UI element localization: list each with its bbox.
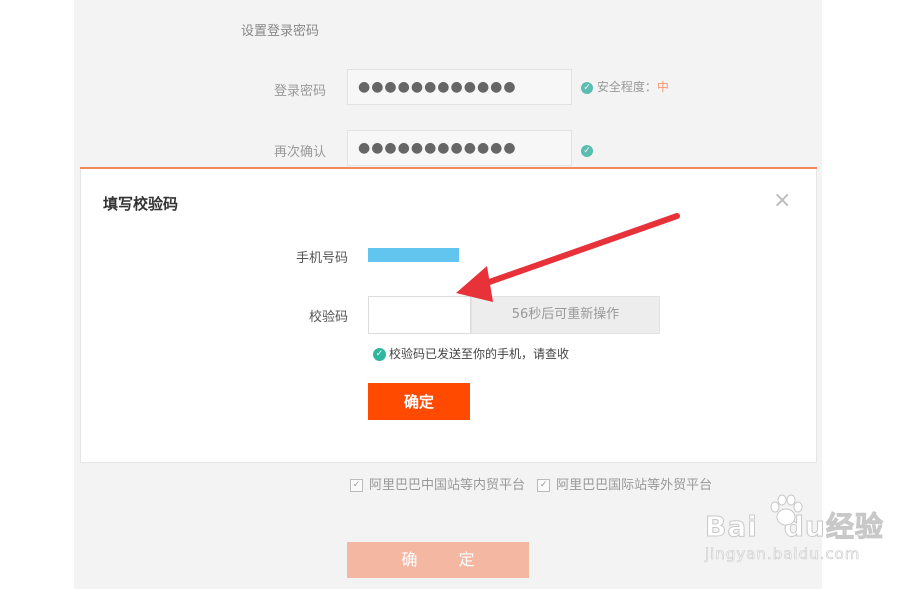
check-circle-icon: ✓ bbox=[581, 81, 593, 94]
modal-confirm-button[interactable]: 确定 bbox=[368, 383, 470, 420]
paw-icon bbox=[770, 494, 803, 526]
verification-modal: 填写校验码 × 手机号码 校验码 56秒后可重新操作 ✓ 校验码已发送至你的手机，… bbox=[80, 169, 817, 463]
confirm-password-field[interactable]: ●●●●●●●●●●●● bbox=[347, 130, 572, 166]
modal-title: 填写校验码 bbox=[103, 195, 179, 213]
agreement-item[interactable]: ✓ 阿里巴巴国际站等外贸平台 bbox=[537, 478, 712, 493]
section-title: 设置登录密码 bbox=[241, 24, 320, 39]
verification-code-input[interactable] bbox=[368, 296, 471, 334]
agreement-checkboxes: ✓ 阿里巴巴中国站等内贸平台 ✓ 阿里巴巴国际站等外贸平台 bbox=[350, 474, 720, 493]
phone-label: 手机号码 bbox=[295, 251, 348, 266]
checkbox-checked-icon[interactable]: ✓ bbox=[350, 479, 363, 492]
submit-button[interactable]: 确 定 bbox=[347, 542, 529, 578]
resend-code-button[interactable]: 56秒后可重新操作 bbox=[471, 296, 660, 334]
watermark-url: jingyan.baidu.com bbox=[705, 545, 861, 564]
baidu-jingyan-watermark: Bai du经验 jingyan.baidu.com bbox=[705, 494, 884, 563]
watermark-brand-bai: Bai bbox=[705, 510, 758, 544]
agreement-label: 阿里巴巴国际站等外贸平台 bbox=[556, 478, 713, 493]
password-field[interactable]: ●●●●●●●●●●●● bbox=[347, 69, 572, 105]
check-circle-icon: ✓ bbox=[581, 144, 593, 157]
code-sent-text: 校验码已发送至你的手机，请查收 bbox=[389, 347, 570, 361]
password-strength: ✓ 安全程度：中 bbox=[581, 78, 669, 95]
strength-label: 安全程度： bbox=[596, 80, 657, 94]
code-label: 校验码 bbox=[308, 310, 348, 325]
agreement-label: 阿里巴巴中国站等内贸平台 bbox=[369, 478, 526, 493]
phone-number-masked bbox=[368, 248, 459, 262]
strength-level: 中 bbox=[656, 80, 669, 94]
code-sent-message: ✓ 校验码已发送至你的手机，请查收 bbox=[373, 345, 569, 362]
checkbox-checked-icon[interactable]: ✓ bbox=[537, 479, 551, 492]
confirm-password-label: 再次确认 bbox=[273, 145, 326, 160]
watermark-brand-jingyan: 经验 bbox=[825, 510, 884, 544]
close-icon[interactable]: × bbox=[773, 189, 791, 213]
check-circle-icon: ✓ bbox=[373, 348, 386, 361]
password-label: 登录密码 bbox=[273, 84, 326, 99]
confirm-ok: ✓ bbox=[581, 140, 593, 159]
agreement-item[interactable]: ✓ 阿里巴巴中国站等内贸平台 bbox=[350, 478, 529, 493]
